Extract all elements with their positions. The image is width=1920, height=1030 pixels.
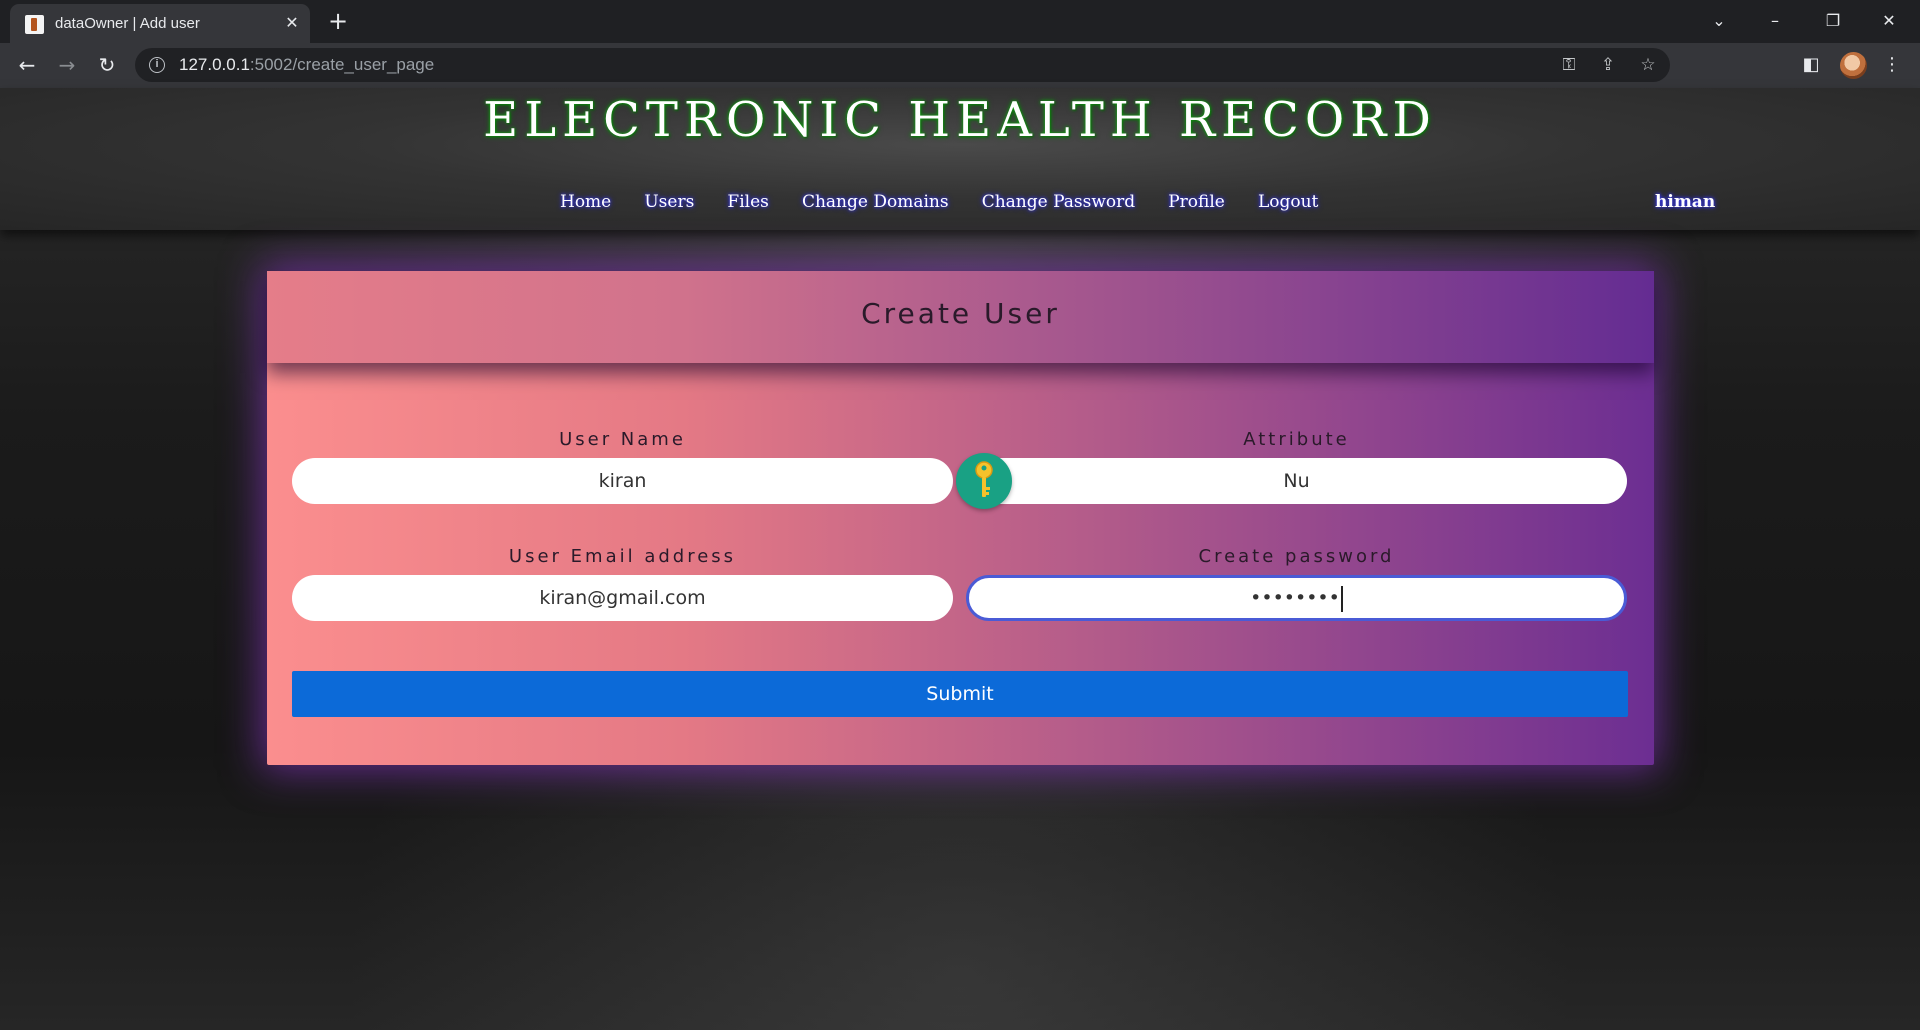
card-header: Create User	[267, 271, 1654, 363]
create-user-card: Create User User Name kiran Attribute Nu…	[267, 271, 1654, 765]
share-icon[interactable]: ⇪	[1597, 54, 1619, 76]
browser-tab-bar: dataOwner | Add user ✕ + ⌄ – ❐ ✕	[0, 0, 1920, 43]
close-window-icon[interactable]: ✕	[1866, 6, 1912, 36]
site-nav: Home Users Files Change Domains Change P…	[560, 192, 1346, 218]
nav-home[interactable]: Home	[560, 192, 611, 212]
browser-toolbar: ← → ↻ i 127.0.0.1:5002/create_user_page …	[0, 43, 1920, 88]
tab-favicon-icon	[25, 15, 44, 34]
email-input[interactable]: kiran@gmail.com	[292, 575, 953, 621]
address-bar[interactable]: i 127.0.0.1:5002/create_user_page ⚿ ⇪ ☆	[135, 48, 1670, 82]
nav-users[interactable]: Users	[644, 192, 694, 212]
nav-change-domains[interactable]: Change Domains	[802, 192, 949, 212]
side-panel-icon[interactable]: ◧	[1797, 51, 1825, 79]
user-name-input[interactable]: kiran	[292, 458, 953, 504]
user-name-label: User Name	[559, 429, 686, 450]
nav-change-password[interactable]: Change Password	[982, 192, 1135, 212]
url-text: 127.0.0.1:5002/create_user_page	[179, 55, 435, 74]
page-body: ELECTRONIC HEALTH RECORD Home Users File…	[0, 88, 1920, 1030]
site-title: ELECTRONIC HEALTH RECORD	[483, 92, 1437, 148]
minimize-icon[interactable]: –	[1752, 6, 1798, 36]
password-dots: ••••••••	[1250, 587, 1340, 609]
email-label: User Email address	[508, 546, 737, 567]
key-icon	[956, 453, 1012, 509]
password-key-icon[interactable]: ⚿	[1558, 54, 1580, 76]
nav-logout[interactable]: Logout	[1258, 192, 1318, 212]
reload-icon[interactable]: ↻	[92, 50, 122, 80]
restore-icon[interactable]: ❐	[1810, 6, 1856, 36]
tab-title: dataOwner | Add user	[55, 15, 200, 32]
form-title: Create User	[861, 297, 1060, 330]
site-info-icon[interactable]: i	[149, 57, 165, 73]
attribute-input[interactable]: Nu	[966, 458, 1627, 504]
tab-close-icon[interactable]: ✕	[282, 13, 302, 33]
profile-avatar[interactable]	[1840, 52, 1867, 79]
password-label: Create password	[1198, 546, 1395, 567]
attribute-label: Attribute	[1243, 429, 1350, 450]
submit-button[interactable]: Submit	[292, 671, 1628, 717]
nav-profile[interactable]: Profile	[1168, 192, 1225, 212]
site-header: ELECTRONIC HEALTH RECORD Home Users File…	[0, 88, 1920, 230]
browser-tab[interactable]: dataOwner | Add user ✕	[10, 4, 310, 43]
text-caret	[1340, 585, 1343, 612]
forward-icon[interactable]: →	[52, 50, 82, 80]
password-input[interactable]: ••••••••	[966, 575, 1627, 621]
menu-kebab-icon[interactable]: ⋮	[1878, 51, 1906, 79]
bookmark-star-icon[interactable]: ☆	[1637, 54, 1659, 76]
logged-in-user[interactable]: himan	[1655, 192, 1715, 212]
back-icon[interactable]: ←	[12, 50, 42, 80]
new-tab-icon[interactable]: +	[325, 8, 351, 34]
tab-search-icon[interactable]: ⌄	[1696, 6, 1742, 36]
nav-files[interactable]: Files	[727, 192, 768, 212]
